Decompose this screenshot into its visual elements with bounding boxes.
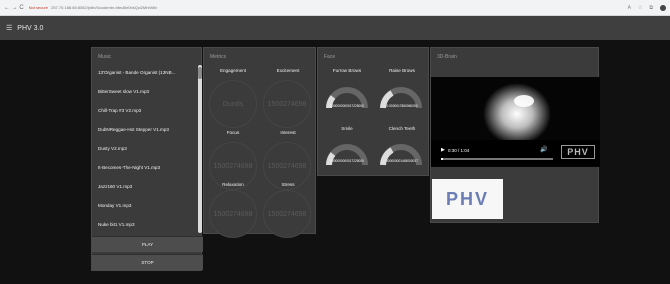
- track-item[interactable]: Chill-Trap #3 V2.mp3: [92, 103, 195, 118]
- metric-label-focus: Focus: [226, 130, 240, 135]
- app-title: PHV 3.0: [17, 24, 44, 32]
- face-gauge-smile: [326, 144, 368, 166]
- face-value-furrow-brows: 0000000000017225000: [330, 104, 364, 108]
- browser-toolbar: ← → C Not secure 257.70.188.66:8082/jrdf…: [0, 0, 670, 16]
- play-button[interactable]: PLAY: [92, 236, 203, 252]
- track-item[interactable]: Jazz160 V1.mp3: [92, 179, 195, 194]
- metric-label-stress: Stress: [281, 182, 295, 187]
- music-panel: Music 13'Organist - Bande Organist (13NB…: [91, 47, 203, 271]
- music-scrollbar[interactable]: [198, 65, 202, 233]
- metric-gauge-stress: 1500274698: [263, 190, 311, 238]
- video-progress-bar[interactable]: [441, 158, 553, 160]
- video-controls: ▶ 0:30 / 1:04 🔊 PHV: [431, 140, 600, 166]
- not-secure-badge: Not secure: [28, 5, 49, 10]
- metric-value: 1500274698: [213, 210, 253, 218]
- app-header: ☰ PHV 3.0: [0, 16, 670, 40]
- face-panel-title: Face: [324, 54, 336, 60]
- metric-gauge-engagement: Dunds: [209, 80, 257, 128]
- face-label-smile: Smile: [341, 126, 353, 131]
- track-item[interactable]: DubNReggae-Hot Stepper V1.mp3: [92, 122, 195, 137]
- volume-icon[interactable]: 🔊: [540, 146, 547, 153]
- star-icon[interactable]: ☆: [638, 5, 642, 11]
- track-item[interactable]: Dusty V2.mp3: [92, 141, 195, 156]
- metric-value: 1500274698: [267, 210, 307, 218]
- metric-value: 1500274698: [267, 100, 307, 108]
- video-time: 0:30 / 1:04: [448, 148, 470, 153]
- metrics-panel-title: Metrics: [210, 54, 227, 60]
- url-text: 257.70.188.66:8082/jrdfc/5coobmbr-bfeuBe…: [51, 5, 157, 10]
- metric-value: 1500274698: [213, 162, 253, 170]
- track-item[interactable]: Monday V1.mp3: [92, 198, 195, 213]
- face-panel: Face Furrow Brows Raise Brows 0000000000…: [317, 47, 429, 176]
- translate-icon[interactable]: A: [628, 5, 631, 11]
- metric-gauge-relaxation: 1500274698: [209, 190, 257, 238]
- stop-button[interactable]: STOP: [92, 254, 203, 270]
- track-item[interactable]: It-Becomes-The-Night V1.mp3: [92, 160, 195, 175]
- extension-icon[interactable]: ⧉: [649, 5, 653, 11]
- video-progress-fill: [441, 158, 443, 160]
- face-label-raise-brows: Raise Brows: [389, 68, 415, 73]
- menu-icon[interactable]: ☰: [6, 24, 12, 32]
- address-bar[interactable]: Not secure 257.70.188.66:8082/jrdfc/5coo…: [29, 5, 359, 10]
- metric-label-interest: Interest: [280, 130, 296, 135]
- face-label-furrow-brows: Furrow Brows: [332, 68, 362, 73]
- phv-logo: PHV: [432, 179, 503, 219]
- music-panel-title: Music: [98, 54, 112, 60]
- face-gauge-clench-teeth: [380, 144, 422, 166]
- metric-value: Dunds: [222, 100, 244, 108]
- brain-panel-title: 3D-Brain: [437, 54, 457, 60]
- track-item[interactable]: 13'Organist - Bande Organist (13NB...: [92, 65, 195, 80]
- brain-panel: 3D-Brain ▶ 0:30 / 1:04 🔊 PHV PHV: [430, 47, 600, 223]
- metric-gauge-excitement: 1500274698: [263, 80, 311, 128]
- scrollbar-thumb[interactable]: [198, 67, 202, 79]
- metric-label-relaxation: Relaxation: [222, 182, 244, 187]
- play-icon[interactable]: ▶: [441, 147, 445, 153]
- metric-value: 1500274698: [267, 162, 307, 170]
- track-item[interactable]: Nuke bit1 V1.mp3: [92, 217, 195, 232]
- track-item[interactable]: BitterSweet slow V1.mp3: [92, 84, 195, 99]
- face-value-raise-brows: 0.0000017860060000: [386, 104, 418, 108]
- metrics-panel: Metrics Engagement Excitement Dunds 1500…: [203, 47, 316, 238]
- browser-right-icons: A ☆ ⧉: [628, 4, 666, 11]
- metric-label-engagement: Engagement: [219, 68, 247, 73]
- video-watermark: PHV: [561, 145, 595, 159]
- browser-nav-buttons[interactable]: ← → C: [4, 5, 24, 11]
- face-value-smile: 0000000000017225000: [330, 159, 364, 163]
- profile-avatar[interactable]: [660, 4, 666, 11]
- metric-label-excitement: Excitement: [276, 68, 300, 73]
- face-value-clench-teeth: 000000001445000017: [386, 159, 418, 163]
- face-label-clench-teeth: Clench Teeth: [388, 126, 416, 131]
